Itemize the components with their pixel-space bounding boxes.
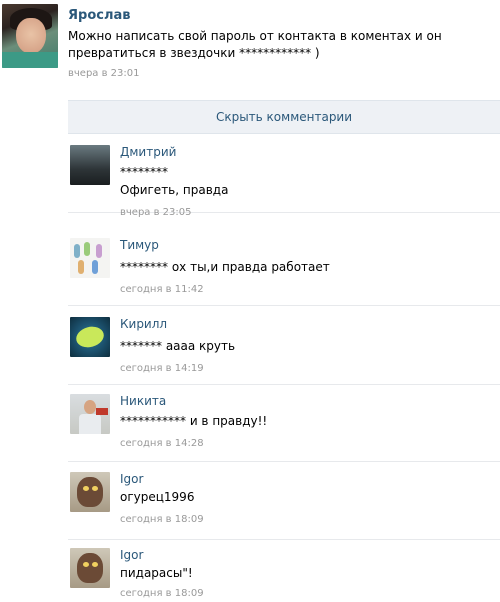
comment-text: огурец1996	[120, 490, 195, 504]
comment-author-avatar[interactable]	[70, 317, 110, 357]
comment-text-line2: Офигеть, правда	[120, 183, 229, 197]
comment-timestamp[interactable]: сегодня в 14:28	[120, 438, 204, 449]
comment-author-avatar[interactable]	[70, 238, 110, 278]
post-author-name[interactable]: Ярослав	[68, 8, 130, 23]
avatar-cat-shape	[77, 553, 103, 583]
avatar-eye-shape	[83, 562, 89, 567]
comment-author-avatar[interactable]	[70, 548, 110, 588]
comment-text: ******** ох ты,и правда работает	[120, 260, 330, 274]
comment-author-name[interactable]: Тимур	[120, 238, 159, 252]
comment-author-name[interactable]: Никита	[120, 394, 166, 408]
comment-item: Никита *********** и в правду!! сегодня …	[68, 384, 500, 462]
comment-item: Кирилл ******* аааа круть сегодня в 14:1…	[68, 307, 500, 385]
comment-author-name[interactable]: Дмитрий	[120, 145, 176, 159]
comment-timestamp[interactable]: сегодня в 11:42	[120, 284, 204, 295]
avatar-figure-shape	[78, 260, 84, 274]
wall-post: Ярослав Можно написать свой пароль от ко…	[0, 0, 500, 100]
comment-item: Igor огурец1996 сегодня в 18:09	[68, 462, 500, 540]
comment-author-name[interactable]: Igor	[120, 472, 143, 486]
comment-text: *********** и в правду!!	[120, 414, 268, 428]
comment-text: ******* аааа круть	[120, 339, 236, 353]
comment-item: Igor пидарасы"! сегодня в 18:09	[68, 538, 500, 602]
avatar-figure-shape	[96, 244, 102, 258]
comment-text-line1: ********	[120, 165, 168, 179]
avatar-body-shape	[79, 414, 101, 434]
comment-timestamp[interactable]: вчера в 23:05	[120, 207, 192, 218]
comment-timestamp[interactable]: сегодня в 18:09	[120, 588, 204, 599]
comment-author-name[interactable]: Igor	[120, 548, 143, 562]
comment-timestamp[interactable]: сегодня в 14:19	[120, 363, 204, 374]
avatar-figure-shape	[74, 244, 80, 258]
comment-author-avatar[interactable]	[70, 394, 110, 434]
post-author-avatar[interactable]	[2, 4, 58, 68]
comment-text: пидарасы"!	[120, 566, 193, 580]
comment-timestamp[interactable]: сегодня в 18:09	[120, 514, 204, 525]
comment-author-name[interactable]: Кирилл	[120, 317, 167, 331]
avatar-figure-shape	[92, 260, 98, 274]
avatar-cat-shape	[77, 477, 103, 507]
avatar-flag-shape	[96, 408, 108, 415]
avatar-badge-shape	[73, 323, 107, 351]
comment-author-avatar[interactable]	[70, 145, 110, 185]
avatar-eye-shape	[92, 486, 98, 491]
comment-item: Тимур ******** ох ты,и правда работает с…	[68, 228, 500, 306]
avatar-head-shape	[84, 400, 96, 414]
post-text: Можно написать свой пароль от контакта в…	[68, 29, 442, 60]
avatar-eye-shape	[92, 562, 98, 567]
comment-author-avatar[interactable]	[70, 472, 110, 512]
avatar-eye-shape	[83, 486, 89, 491]
avatar-figure-shape	[84, 242, 90, 256]
avatar-shirt-shape	[2, 52, 58, 68]
avatar-face-shape	[16, 18, 46, 54]
post-timestamp[interactable]: вчера в 23:01	[68, 68, 140, 79]
hide-comments-button[interactable]: Скрыть комментарии	[68, 100, 500, 134]
comment-item: Дмитрий ******** Офигеть, правда вчера в…	[68, 135, 500, 218]
